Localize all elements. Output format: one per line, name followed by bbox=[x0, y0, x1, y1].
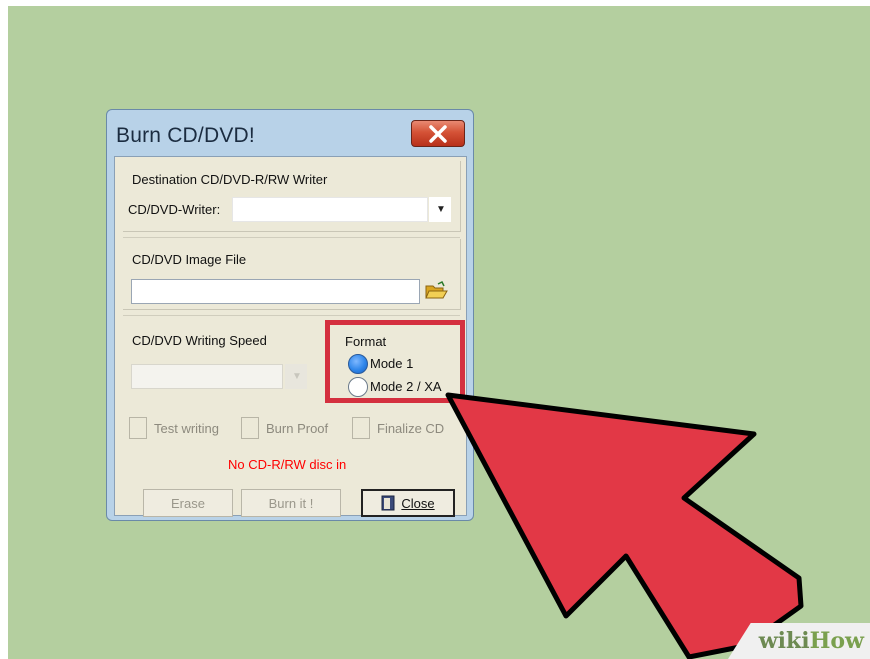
background-canvas: Burn CD/DVD! Destination CD/DVD-R/RW Wri… bbox=[8, 6, 870, 659]
wikihow-watermark: wiki How bbox=[728, 623, 870, 659]
wikihow-wiki-text: wiki bbox=[758, 628, 810, 654]
wikihow-how-text: How bbox=[809, 628, 864, 654]
red-arrow-pointer bbox=[445, 392, 804, 659]
